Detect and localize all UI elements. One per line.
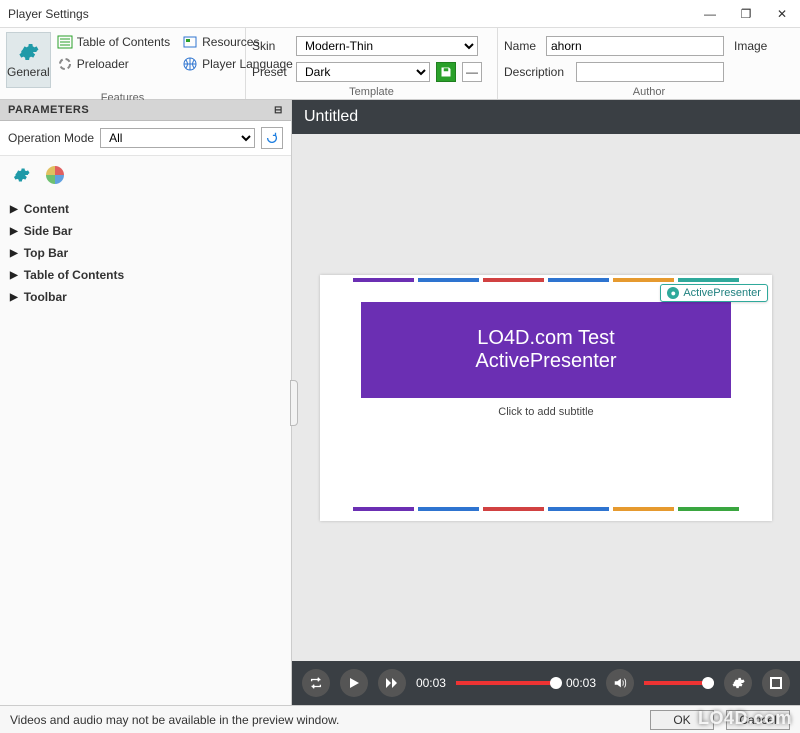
volume-icon [613,676,627,690]
save-preset-button[interactable] [436,62,456,82]
feature-toc[interactable]: Table of Contents [57,34,170,50]
color-scheme-icon[interactable] [46,166,64,184]
cancel-button[interactable]: Cancel [726,710,790,730]
window-maximize-button[interactable]: ❐ [728,0,764,28]
operation-mode-label: Operation Mode [8,131,94,145]
play-icon [348,677,360,689]
dialog-footer: Videos and audio may not be available in… [0,705,800,733]
skin-select[interactable]: Modern-Thin [296,36,478,56]
preview-title: Untitled [304,108,358,126]
description-label: Description [504,65,570,79]
volume-knob[interactable] [702,677,714,689]
window-titlebar: Player Settings — ❐ ✕ [0,0,800,28]
preset-select[interactable]: Dark [296,62,430,82]
volume-bar[interactable] [644,681,714,685]
tree-item-toolbar[interactable]: ▶Toolbar [10,286,281,308]
settings-button[interactable] [724,669,752,697]
loop-icon [309,676,323,690]
activepresenter-badge: ● ActivePresenter [660,284,768,302]
general-button[interactable]: General [6,32,51,88]
preset-label: Preset [252,65,290,79]
fullscreen-icon [770,677,782,689]
ribbon: General Table of Contents Preloader [0,28,800,100]
language-icon [182,56,198,72]
slide-top-colorbar [353,278,739,282]
gear-small-icon[interactable] [12,166,30,184]
image-label[interactable]: Image [734,39,767,53]
operation-mode-select[interactable]: All [100,128,255,148]
skin-label: Skin [252,39,290,53]
slide-subtitle[interactable]: Click to add subtitle [498,406,593,418]
gear-icon [17,41,39,63]
volume-fill [644,681,708,685]
badge-record-icon: ● [667,287,679,299]
fast-forward-button[interactable] [378,669,406,697]
window-title: Player Settings [8,7,692,21]
loop-button[interactable] [302,669,330,697]
preview-pane: Untitled ● ActivePresenter LO4D.com Test… [292,100,800,705]
refresh-icon [265,131,279,145]
save-icon [440,66,452,78]
feature-preloader[interactable]: Preloader [57,56,170,72]
gear-icon [731,676,745,690]
preview-titlebar: Untitled [292,100,800,134]
seek-knob[interactable] [550,677,562,689]
general-label: General [7,65,50,79]
parameters-panel: PARAMETERS ⊟ Operation Mode All ▶Content… [0,100,292,705]
fullscreen-button[interactable] [762,669,790,697]
play-button[interactable] [340,669,368,697]
tree-item-topbar[interactable]: ▶Top Bar [10,242,281,264]
footer-message: Videos and audio may not be available in… [10,713,638,727]
preloader-icon [57,56,73,72]
pin-icon[interactable]: ⊟ [274,105,283,116]
seek-bar[interactable] [456,681,556,685]
fast-forward-icon [385,677,399,689]
parameters-tree: ▶Content ▶Side Bar ▶Top Bar ▶Table of Co… [0,194,291,312]
slide-title-box: LO4D.com Test ActivePresenter [361,302,731,398]
player-controls: 00:03 00:03 [292,661,800,705]
window-close-button[interactable]: ✕ [764,0,800,28]
chevron-right-icon: ▶ [10,292,18,303]
tree-item-sidebar[interactable]: ▶Side Bar [10,220,281,242]
ok-button[interactable]: OK [650,710,714,730]
remove-preset-button[interactable]: — [462,62,482,82]
name-input[interactable] [546,36,724,56]
slide: ● ActivePresenter LO4D.com Test ActivePr… [320,275,772,521]
volume-button[interactable] [606,669,634,697]
refresh-button[interactable] [261,127,283,149]
tree-item-toc[interactable]: ▶Table of Contents [10,264,281,286]
name-label: Name [504,39,540,53]
time-total: 00:03 [566,676,596,690]
chevron-right-icon: ▶ [10,204,18,215]
tree-item-content[interactable]: ▶Content [10,198,281,220]
template-group-label: Template [246,86,497,100]
author-group-label: Author [498,86,800,100]
window-minimize-button[interactable]: — [692,0,728,28]
chevron-right-icon: ▶ [10,226,18,237]
chevron-right-icon: ▶ [10,270,18,281]
seek-fill [456,681,556,685]
description-input[interactable] [576,62,724,82]
toc-icon [57,34,73,50]
chevron-right-icon: ▶ [10,248,18,259]
slide-bottom-colorbar [353,507,739,511]
resources-icon [182,34,198,50]
time-current: 00:03 [416,676,446,690]
parameters-title: PARAMETERS [8,104,89,116]
